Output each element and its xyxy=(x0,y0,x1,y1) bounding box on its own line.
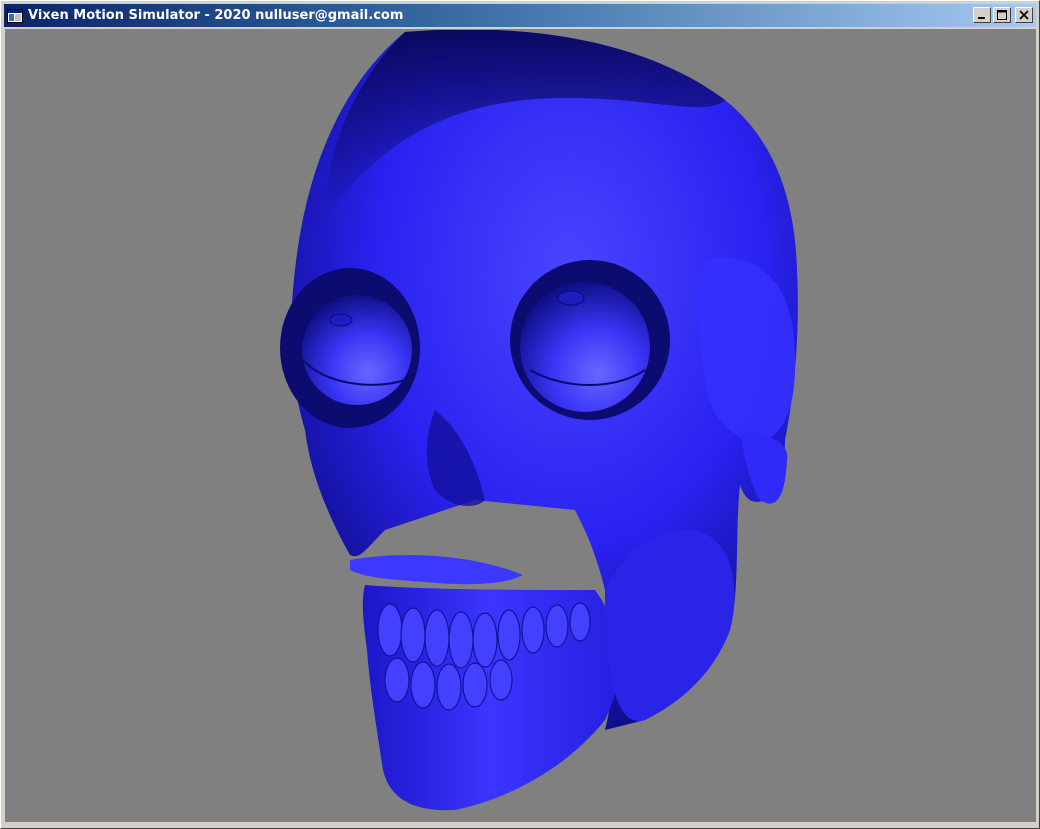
close-button[interactable] xyxy=(1015,7,1033,23)
left-eyeball xyxy=(302,295,412,405)
skull-upper-palate xyxy=(350,555,523,585)
maximize-icon xyxy=(997,10,1007,20)
close-icon xyxy=(1019,10,1029,20)
minimize-button[interactable] xyxy=(973,7,991,23)
title-bar[interactable]: Vixen Motion Simulator - 2020 nulluser@g… xyxy=(4,4,1036,27)
app-window-icon[interactable] xyxy=(7,8,23,24)
skull-3d-model[interactable] xyxy=(5,30,1036,822)
maximize-button[interactable] xyxy=(993,7,1011,23)
right-eyeball xyxy=(520,282,650,412)
app-window: Vixen Motion Simulator - 2020 nulluser@g… xyxy=(0,0,1040,829)
window-title: Vixen Motion Simulator - 2020 nulluser@g… xyxy=(28,8,404,23)
3d-viewport[interactable] xyxy=(5,29,1036,822)
minimize-icon xyxy=(978,17,985,19)
